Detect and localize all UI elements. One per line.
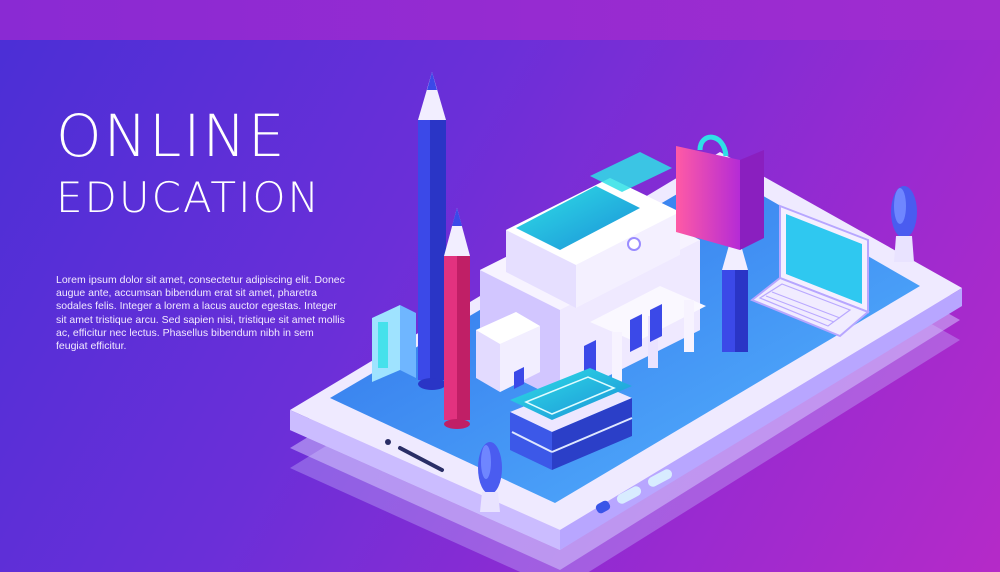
isometric-scene (290, 72, 962, 572)
phone-camera-icon (385, 439, 391, 445)
tree-front (478, 442, 502, 512)
clock-icon (627, 237, 641, 251)
tree-right (891, 186, 917, 262)
pencil-pink (444, 208, 470, 429)
tablet-on-stand (372, 305, 416, 382)
pencil-tall (418, 72, 446, 390)
